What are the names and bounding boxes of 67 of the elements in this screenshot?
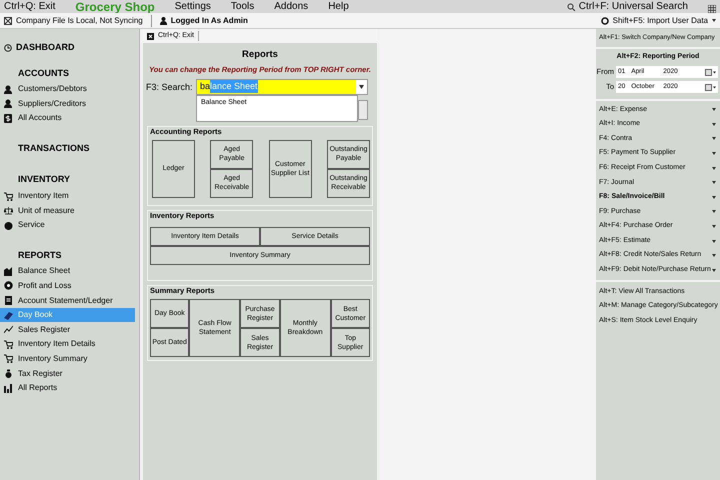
bar-chart-icon [4,384,13,393]
calendar-icon [705,84,716,90]
dashboard-link[interactable]: DASHBOARD [0,41,139,54]
login-status: Logged In As Admin [170,14,248,26]
cart-icon [4,340,13,349]
dropdown-arrow-icon [712,152,716,156]
circle-icon [4,220,13,230]
menu-item[interactable]: Settings [174,1,211,13]
section-heading: REPORTS [17,248,63,262]
dropdown-arrow-icon [359,84,364,88]
search-field[interactable]: balance Sheet [196,78,368,94]
user-icon [160,16,167,24]
dropdown-arrow-icon [712,254,716,258]
cart-icon [4,192,13,201]
sidebar-item[interactable]: Inventory Item [0,188,135,204]
dollar-icon [4,114,13,123]
grid-icon [708,5,716,13]
sidebar-item[interactable]: Account Statement/Ledger [0,293,135,308]
sync-off-icon [4,16,12,24]
sync-status: Company File Is Local, Not Syncing [16,14,143,26]
import-button[interactable]: Shift+F5: Import User Data [600,14,716,26]
exit-button[interactable]: Ctrl+Q: Exit [4,1,56,13]
menu-item[interactable]: Tools [230,1,254,13]
sidebar-item[interactable]: Suppliers/Creditors [0,96,135,112]
dropdown-arrow-icon [712,137,716,140]
section-heading: INVENTORY [17,173,72,186]
sidebar-item[interactable]: Inventory Summary [0,352,135,366]
people-icon [4,84,13,94]
universal-search-button[interactable]: Ctrl+F: Universal Search [566,1,688,13]
document-icon [4,296,13,306]
menu-item[interactable]: Addons [274,1,308,13]
sidebar-item[interactable]: Service [0,218,135,233]
dropdown-arrow-icon [712,268,716,272]
sidebar-item[interactable]: Customers/Debtors [0,82,135,97]
dropdown-arrow-icon [712,19,716,22]
section-heading: TRANSACTIONS [17,142,90,155]
close-icon [147,32,154,40]
people-icon [4,99,13,108]
dropdown-arrow-icon [712,166,716,170]
cart-icon [4,354,13,364]
search-icon [566,3,575,11]
dropdown-arrow-icon [712,210,716,214]
dropdown-arrow-icon [712,122,716,126]
sidebar-item[interactable]: Inventory Item Details [0,337,135,352]
sidebar-item[interactable]: Tax Register [0,366,135,381]
sidebar-item[interactable]: All Reports [0,380,135,396]
calendar-icon [705,68,716,76]
clock-icon [4,44,12,52]
dropdown-arrow-icon [712,196,716,199]
sidebar-item[interactable]: Sales Register [0,322,135,338]
search-label: F3: Search: [146,80,194,94]
dropdown-arrow-icon [712,181,716,184]
scale-icon [4,206,13,216]
dropdown-arrow-icon [712,240,716,243]
line-chart-icon [4,325,13,334]
scroll-button[interactable] [358,100,368,120]
dropdown-arrow-icon [712,225,716,228]
menu-item[interactable]: Help [328,1,349,13]
sidebar-item[interactable]: Unit of measure [0,203,135,218]
area-chart-icon [4,266,13,276]
money-bag-icon [4,369,13,378]
section-heading: ACCOUNTS [17,66,70,80]
dropdown-arrow-icon [712,108,716,112]
sidebar-item[interactable]: All Accounts [0,111,135,126]
sidebar-item[interactable]: Profit and Loss [0,278,135,294]
sidebar-item[interactable]: Balance Sheet [0,264,135,279]
panel-title: Reports [241,48,279,62]
